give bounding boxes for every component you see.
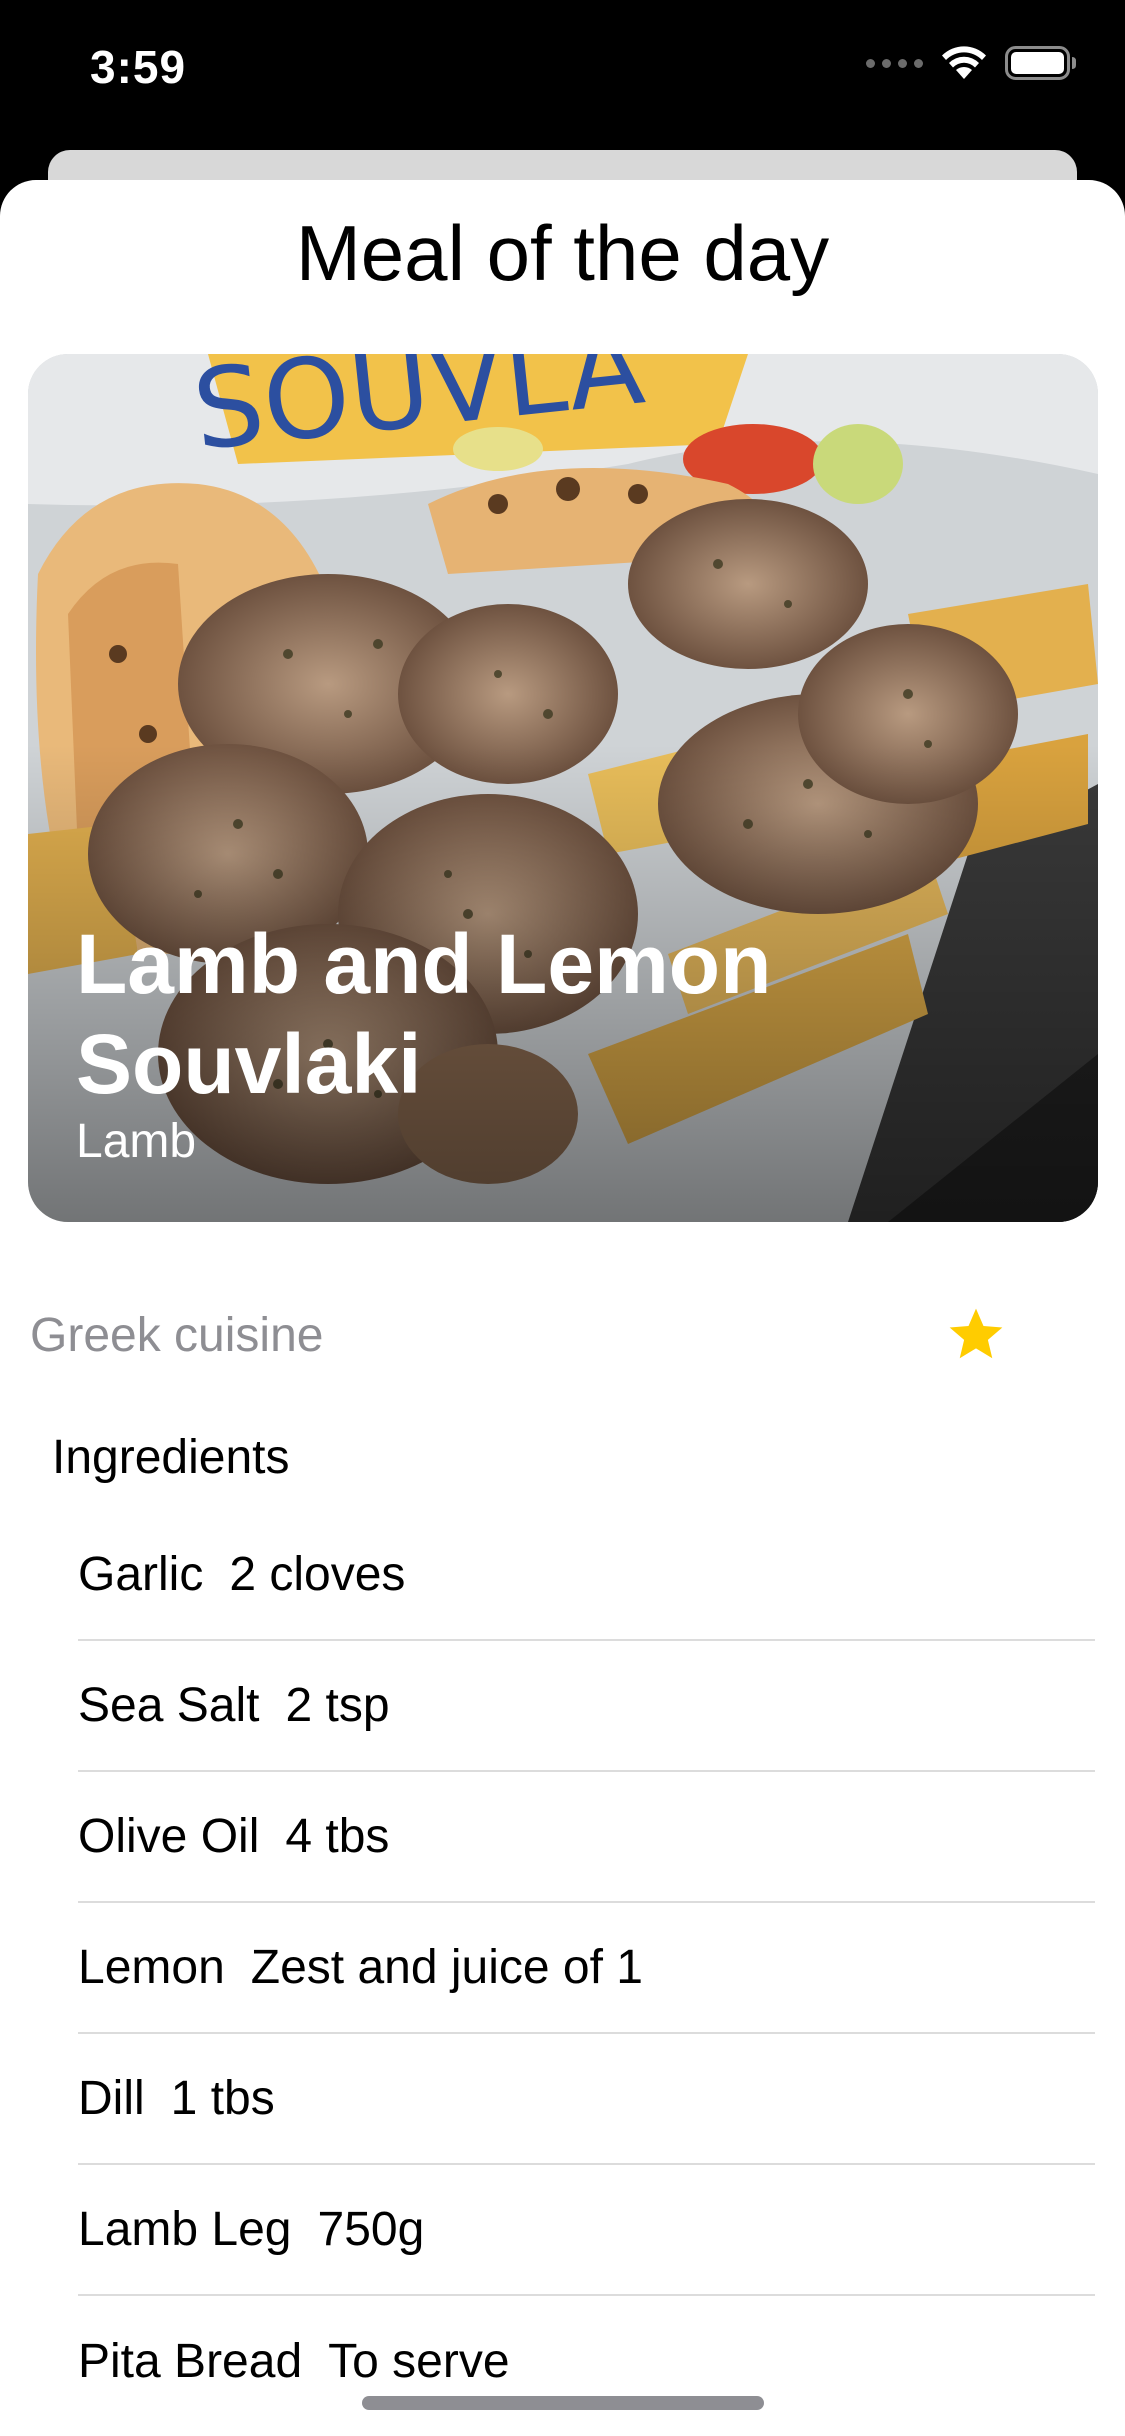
cellular-signal-icon — [866, 58, 923, 68]
status-icons — [866, 46, 1077, 80]
status-bar: 3:59 — [0, 0, 1125, 140]
list-item[interactable]: Sea Salt 2 tsp — [78, 1641, 1095, 1772]
ingredients-list: Garlic 2 cloves Sea Salt 2 tsp Olive Oil… — [78, 1510, 1095, 2427]
list-item[interactable]: Olive Oil 4 tbs — [78, 1772, 1095, 1903]
star-filled-icon[interactable] — [945, 1304, 1007, 1366]
ingredient-name: Dill — [78, 2072, 145, 2125]
page-title: Meal of the day — [295, 209, 830, 297]
meal-hero-card[interactable]: SOUVLA — [28, 354, 1098, 1222]
ingredient-name: Lemon — [78, 1941, 225, 1994]
cuisine-label: Greek cuisine — [30, 1309, 324, 1362]
ingredient-measure: 2 tsp — [285, 1679, 390, 1732]
list-item[interactable]: Lamb Leg 750g — [78, 2165, 1095, 2296]
meal-name: Lamb and Lemon Souvlaki — [76, 917, 772, 1111]
ingredient-measure: 750g — [317, 2203, 425, 2256]
list-item[interactable]: Lemon Zest and juice of 1 — [78, 1903, 1095, 2034]
ingredient-name: Pita Bread — [78, 2335, 303, 2388]
ingredient-name: Sea Salt — [78, 1679, 260, 1732]
wifi-icon — [942, 46, 986, 79]
ingredient-measure: To serve — [328, 2335, 510, 2388]
ingredient-name: Lamb Leg — [78, 2203, 292, 2256]
home-indicator[interactable] — [362, 2396, 764, 2410]
ingredient-name: Garlic — [78, 1548, 204, 1601]
ingredient-measure: 1 tbs — [170, 2072, 275, 2125]
list-item[interactable]: Garlic 2 cloves — [78, 1510, 1095, 1641]
ingredient-measure: 2 cloves — [229, 1548, 406, 1601]
ingredients-header: Ingredients — [52, 1431, 290, 1484]
ingredient-measure: 4 tbs — [285, 1810, 390, 1863]
battery-icon — [1005, 46, 1076, 80]
status-time: 3:59 — [90, 41, 187, 93]
ingredient-measure: Zest and juice of 1 — [250, 1941, 643, 1994]
list-item[interactable]: Dill 1 tbs — [78, 2034, 1095, 2165]
meal-sheet: Meal of the day SOUVLA — [0, 180, 1125, 2436]
meal-category: Lamb — [76, 1115, 197, 1168]
ingredient-name: Olive Oil — [78, 1810, 260, 1863]
